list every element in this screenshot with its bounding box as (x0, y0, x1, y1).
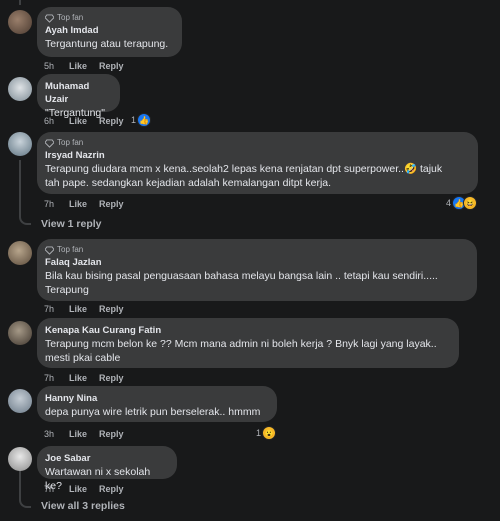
comment-bubble: Muhamad Uzair "Tergantung" (37, 74, 120, 119)
timestamp[interactable]: 7h (44, 483, 54, 495)
comment-bubble: Joe Sabar Wartawan ni x sekolah ke? (37, 446, 177, 492)
thread-line (19, 0, 21, 5)
thread-curve (19, 490, 31, 508)
avatar[interactable] (8, 241, 32, 265)
reply-button[interactable]: Reply (99, 60, 124, 72)
reaction-count: 1 (131, 115, 137, 125)
comment-actions: 7h Like Reply (44, 198, 136, 210)
comment-text: Tergantung atau terapung. (45, 38, 169, 50)
comment-bubble: Top fan Irsyad Nazrin Terapung diudara m… (37, 132, 478, 194)
timestamp[interactable]: 7h (44, 198, 54, 210)
timestamp[interactable]: 5h (44, 60, 54, 72)
commenter-name[interactable]: Ayah Imdad (45, 24, 174, 37)
comment-actions: 7h Like Reply (44, 303, 136, 315)
avatar[interactable] (8, 389, 32, 413)
comment-text: Bila kau bising pasal penguasaan bahasa … (45, 270, 438, 296)
like-button[interactable]: Like (69, 372, 87, 384)
thread-curve (19, 205, 31, 225)
badge-label: Top fan (57, 138, 84, 147)
like-button[interactable]: Like (69, 115, 87, 127)
timestamp[interactable]: 7h (44, 303, 54, 315)
view-all-replies-link[interactable]: View all 3 replies (41, 500, 125, 512)
reaction-count: 1 (256, 428, 262, 438)
avatar[interactable] (8, 10, 32, 34)
reaction-summary[interactable]: 4 👍 😆 (446, 196, 478, 210)
commenter-name[interactable]: Irsyad Nazrin (45, 149, 470, 162)
commenter-name[interactable]: Falaq Jazlan (45, 256, 469, 269)
comment-actions: 6h Like Reply (44, 115, 136, 127)
comment-bubble: Top fan Ayah Imdad Tergantung atau terap… (37, 7, 182, 57)
like-reaction-icon: 👍 (137, 113, 152, 127)
timestamp[interactable]: 7h (44, 372, 54, 384)
reply-button[interactable]: Reply (99, 115, 124, 127)
badge-label: Top fan (57, 13, 84, 22)
commenter-name[interactable]: Joe Sabar (45, 452, 169, 465)
timestamp[interactable]: 6h (44, 115, 54, 127)
wow-reaction-icon: 😮 (262, 426, 277, 440)
commenter-name[interactable]: Kenapa Kau Curang Fatin (45, 324, 451, 337)
commenter-name[interactable]: Hanny Nina (45, 392, 269, 405)
reply-button[interactable]: Reply (99, 198, 124, 210)
like-button[interactable]: Like (69, 303, 87, 315)
comment-text: Terapung diudara mcm x kena..seolah2 lep… (45, 163, 443, 189)
top-fan-badge: Top fan (45, 138, 470, 148)
comment-actions: 7h Like Reply (44, 483, 136, 495)
reaction-count: 4 (446, 198, 452, 208)
top-fan-badge: Top fan (45, 245, 469, 255)
like-button[interactable]: Like (69, 483, 87, 495)
avatar[interactable] (8, 77, 32, 101)
reply-button[interactable]: Reply (99, 483, 124, 495)
reply-button[interactable]: Reply (99, 372, 124, 384)
diamond-icon (45, 138, 54, 148)
timestamp[interactable]: 3h (44, 428, 54, 440)
avatar[interactable] (8, 447, 32, 471)
like-button[interactable]: Like (69, 198, 87, 210)
comment-text: depa punya wire letrik pun berselerak.. … (45, 406, 261, 418)
comment-text: Terapung mcm belon ke ?? Mcm mana admin … (45, 338, 437, 364)
avatar[interactable] (8, 321, 32, 345)
reply-button[interactable]: Reply (99, 428, 124, 440)
view-replies-link[interactable]: View 1 reply (41, 218, 102, 230)
reaction-summary[interactable]: 1 👍 (131, 113, 152, 127)
like-button[interactable]: Like (69, 428, 87, 440)
comment-bubble: Kenapa Kau Curang Fatin Terapung mcm bel… (37, 318, 459, 368)
reply-button[interactable]: Reply (99, 303, 124, 315)
comment-bubble: Hanny Nina depa punya wire letrik pun be… (37, 386, 277, 422)
comment-bubble: Top fan Falaq Jazlan Bila kau bising pas… (37, 239, 477, 301)
comment-actions: 3h Like Reply (44, 428, 136, 440)
reaction-summary[interactable]: 1 😮 (256, 426, 277, 440)
badge-label: Top fan (57, 245, 84, 254)
comment-actions: 5h Like Reply (44, 60, 136, 72)
haha-reaction-icon: 😆 (463, 196, 478, 210)
top-fan-badge: Top fan (45, 13, 174, 23)
comment-actions: 7h Like Reply (44, 372, 136, 384)
diamond-icon (45, 245, 54, 255)
like-button[interactable]: Like (69, 60, 87, 72)
diamond-icon (45, 13, 54, 23)
avatar[interactable] (8, 132, 32, 156)
commenter-name[interactable]: Muhamad Uzair (45, 80, 112, 106)
